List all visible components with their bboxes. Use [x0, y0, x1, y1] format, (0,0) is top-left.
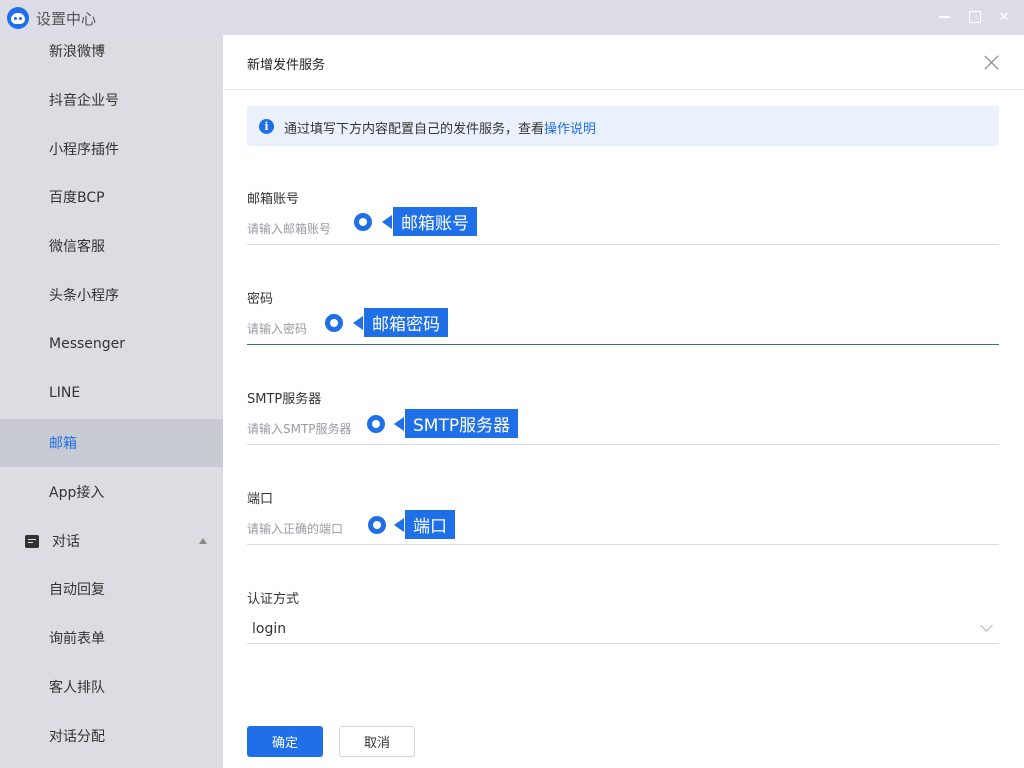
sidebar-item-email[interactable]: 邮箱 — [0, 419, 223, 467]
smtp-server-field[interactable] — [247, 413, 999, 445]
sidebar-item-toutiao[interactable]: 头条小程序 — [0, 271, 223, 319]
sidebar-item-app[interactable]: App接入 — [0, 468, 223, 516]
sidebar-item-baidu-bcp[interactable]: 百度BCP — [0, 173, 223, 221]
close-icon[interactable] — [983, 54, 1001, 72]
sidebar-item-label: 自动回复 — [49, 582, 105, 598]
sidebar-item-label: Messenger — [49, 336, 126, 352]
sidebar-item-queue[interactable]: 客人排队 — [0, 663, 223, 711]
callout-marker-icon — [367, 515, 387, 535]
chat-icon — [25, 534, 39, 548]
close-window-icon[interactable]: ✕ — [996, 9, 1012, 25]
port-label: 端口 — [247, 492, 274, 507]
sidebar-item-label: 百度BCP — [49, 190, 105, 206]
callout-smtp: SMTP服务器 — [393, 408, 520, 439]
sidebar-item-wechat-service[interactable]: 微信客服 — [0, 222, 223, 270]
info-text: 通过填写下方内容配置自己的发件服务，查看操作说明 — [284, 118, 596, 137]
instructions-link[interactable]: 操作说明 — [544, 122, 596, 137]
sidebar-item-distribution[interactable]: 对话分配 — [0, 712, 223, 760]
sidebar-item-label: 抖音企业号 — [49, 93, 119, 109]
confirm-button[interactable]: 确定 — [247, 726, 323, 757]
maximize-icon[interactable] — [967, 9, 983, 25]
callout-password: 邮箱密码 — [353, 307, 449, 338]
sidebar-item-pre-chat-form[interactable]: 询前表单 — [0, 614, 223, 662]
title-bar: 设置中心 ✕ — [0, 0, 1024, 35]
info-icon: i — [259, 119, 274, 134]
chevron-down-icon — [980, 619, 993, 632]
auth-method-label: 认证方式 — [247, 592, 300, 607]
sidebar-group-conversation[interactable]: 对话 — [0, 517, 223, 565]
callout-port: 端口 — [394, 509, 456, 540]
smtp-label: SMTP服务器 — [247, 392, 322, 407]
sidebar-item-line[interactable]: LINE — [0, 369, 223, 417]
sidebar-item-label: 小程序插件 — [49, 142, 119, 158]
sidebar-item-label: 新浪微博 — [49, 44, 105, 60]
sidebar-item-label: 邮箱 — [49, 436, 77, 452]
email-label: 邮箱账号 — [247, 192, 300, 207]
sidebar-item-label: App接入 — [49, 485, 105, 501]
auth-method-value: login — [252, 621, 287, 637]
sidebar-item-messenger[interactable]: Messenger — [0, 320, 223, 368]
sidebar-item-label: 微信客服 — [49, 239, 105, 255]
sidebar-item-miniprogram-plugin[interactable]: 小程序插件 — [0, 125, 223, 173]
sidebar-item-douyin[interactable]: 抖音企业号 — [0, 76, 223, 124]
sidebar-item-label: 客人排队 — [49, 680, 105, 696]
sidebar-item-weibo[interactable]: 新浪微博 — [0, 35, 223, 75]
sidebar-item-auto-reply[interactable]: 自动回复 — [0, 565, 223, 613]
header-divider — [223, 89, 1024, 90]
sidebar-item-label: 对话分配 — [49, 729, 105, 745]
auth-method-select[interactable]: login — [247, 612, 999, 644]
cancel-button[interactable]: 取消 — [339, 726, 415, 757]
collapse-caret-icon[interactable] — [199, 538, 207, 544]
sidebar-item-label: LINE — [49, 385, 81, 401]
sidebar-item-label: 询前表单 — [49, 631, 105, 647]
sidebar-group-label: 对话 — [52, 534, 80, 550]
sidebar-item-label: 头条小程序 — [49, 288, 119, 304]
info-message: 通过填写下方内容配置自己的发件服务，查看 — [284, 122, 545, 137]
callout-marker-icon — [353, 212, 373, 232]
minimize-icon[interactable] — [936, 9, 952, 25]
panel-title: 新增发件服务 — [247, 58, 326, 73]
app-logo-icon — [7, 7, 29, 29]
callout-marker-icon — [324, 313, 344, 333]
sidebar: 新浪微博 抖音企业号 小程序插件 百度BCP 微信客服 头条小程序 Messen… — [0, 35, 223, 768]
password-label: 密码 — [247, 292, 274, 307]
info-banner: i 通过填写下方内容配置自己的发件服务，查看操作说明 — [247, 106, 999, 146]
callout-marker-icon — [366, 414, 386, 434]
port-field[interactable] — [247, 513, 999, 545]
window-title: 设置中心 — [36, 10, 97, 28]
callout-email: 邮箱账号 — [382, 206, 478, 237]
